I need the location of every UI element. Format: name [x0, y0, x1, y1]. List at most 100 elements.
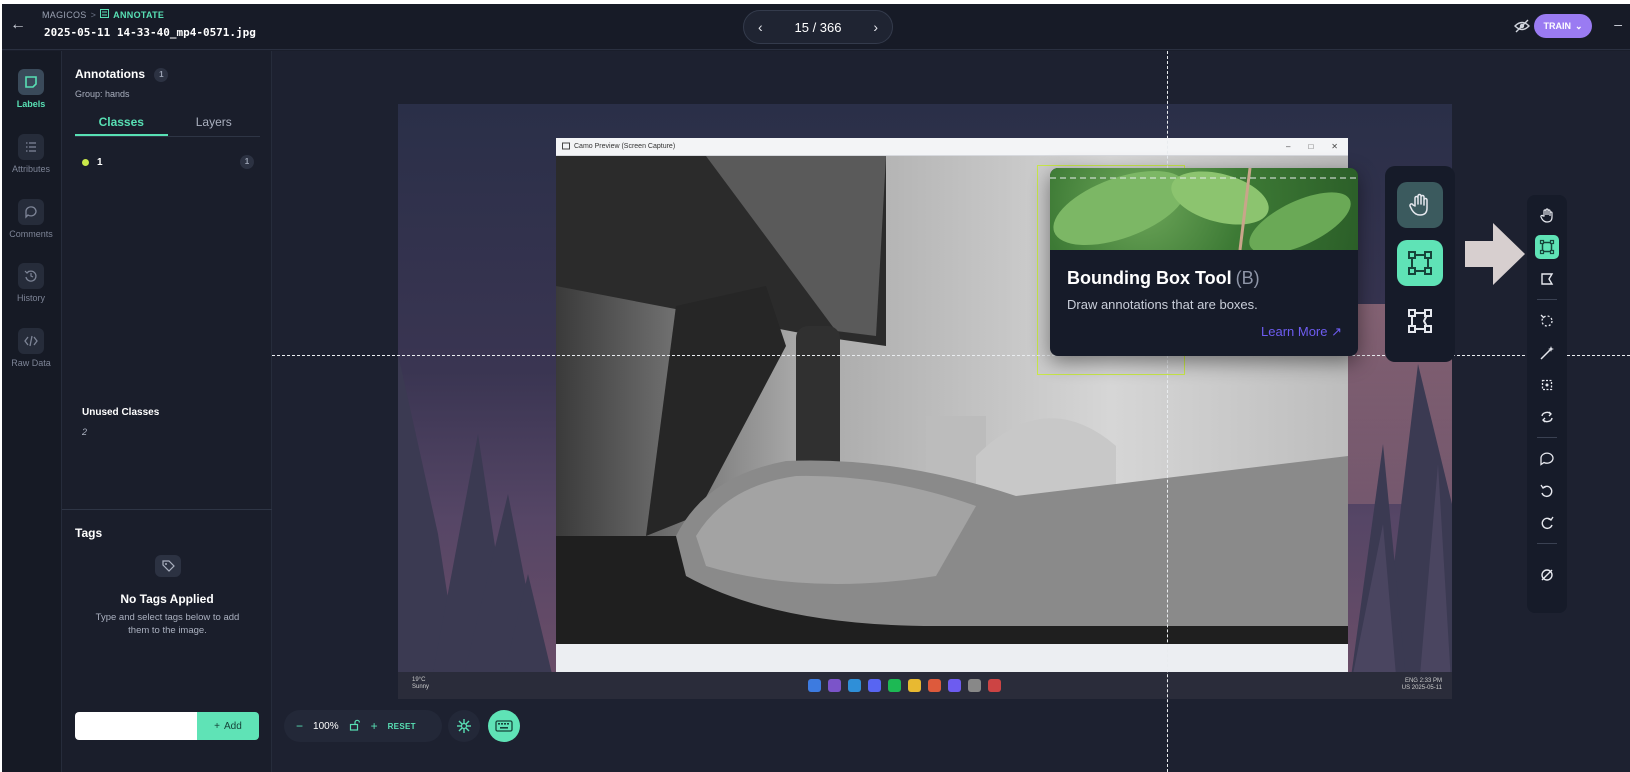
- smart-select-tool[interactable]: [1535, 309, 1559, 333]
- train-label: TRAIN: [1543, 21, 1571, 31]
- chevron-down-icon: ⌄: [1574, 20, 1583, 31]
- add-tag-button[interactable]: + Add: [197, 712, 259, 740]
- tags-section: Tags No Tags Applied Type and select tag…: [62, 509, 272, 772]
- group-label: Group:: [75, 89, 103, 99]
- back-arrow-icon[interactable]: ←: [10, 16, 28, 34]
- zoom-in-button[interactable]: +: [371, 719, 378, 733]
- pan-tool[interactable]: [1535, 203, 1559, 227]
- annotation-canvas[interactable]: Camo Preview (Screen Capture) – □ ✕ 19°C…: [272, 51, 1630, 772]
- unlock-icon[interactable]: [349, 719, 361, 734]
- comment-tool[interactable]: [1535, 447, 1559, 471]
- rail-item-raw-data[interactable]: Raw Data: [2, 328, 60, 368]
- polygon-tool[interactable]: [1535, 267, 1559, 291]
- bounding-box-icon: [1539, 239, 1555, 255]
- crosshair-vertical: [1167, 51, 1168, 772]
- learn-more-link[interactable]: Learn More ↗: [1261, 324, 1342, 340]
- app-icon: [988, 679, 1001, 692]
- magic-wand-icon: [1540, 346, 1554, 360]
- toolbar-divider: [1537, 543, 1557, 544]
- rail-item-attributes[interactable]: Attributes: [2, 134, 60, 174]
- annotate-app: ← MAGICOS > ANNOTATE 2025-05-11 14-33-40…: [2, 4, 1630, 772]
- breadcrumb-current: ANNOTATE: [113, 9, 165, 20]
- train-button[interactable]: TRAIN ⌄: [1534, 14, 1592, 38]
- app-icon: [848, 679, 861, 692]
- unused-class-item[interactable]: 2: [82, 427, 87, 437]
- right-toolbar: [1527, 195, 1567, 613]
- bounding-box-tool-button[interactable]: [1397, 240, 1443, 286]
- tag-icon: [155, 555, 181, 577]
- tooltip-title: Bounding Box Tool (B): [1067, 268, 1260, 289]
- smart-select-icon: [1540, 314, 1553, 327]
- minimize-icon: –: [1286, 142, 1291, 151]
- tooltip-shortcut: (B): [1235, 268, 1260, 288]
- history-icon: [18, 263, 44, 289]
- rail-item-labels[interactable]: Labels: [2, 69, 60, 109]
- comment-icon: [18, 199, 44, 225]
- plus-icon: +: [214, 720, 221, 732]
- windows-taskbar: 19°C Sunny ENG 2:33 PM US 2025-05-11: [398, 672, 1452, 699]
- hide-annotations-icon[interactable]: [1514, 18, 1530, 34]
- bounding-box-icon: [1408, 251, 1432, 275]
- taskbar-app-icons: [808, 679, 1001, 692]
- breadcrumb-root[interactable]: MAGICOS: [42, 10, 87, 20]
- app-icon: [828, 679, 841, 692]
- repeat-icon: [1541, 411, 1553, 423]
- maximize-icon: □: [1308, 142, 1314, 151]
- app-icon: [868, 679, 881, 692]
- no-tags-description: Type and select tags below to add them t…: [95, 612, 240, 636]
- window-titlebar: Camo Preview (Screen Capture) – □ ✕: [556, 138, 1348, 156]
- left-rail: Labels Attributes Comments History Raw D…: [2, 51, 62, 772]
- window-title: Camo Preview (Screen Capture): [574, 143, 676, 150]
- repeat-tool[interactable]: [1535, 405, 1559, 429]
- toolbar-divider: [1537, 437, 1557, 438]
- rail-item-comments[interactable]: Comments: [2, 199, 60, 239]
- annotations-title-text: Annotations: [75, 67, 145, 81]
- tool-popover: [1385, 166, 1455, 362]
- no-tags-title: No Tags Applied: [120, 592, 214, 606]
- group-info: Group: hands: [75, 89, 130, 99]
- annotations-panel: Annotations 1 Group: hands Classes Layer…: [62, 51, 272, 772]
- keyboard-shortcuts-button[interactable]: [488, 710, 520, 742]
- tag-input[interactable]: [75, 712, 197, 740]
- box-prompt-tool[interactable]: [1535, 373, 1559, 397]
- tooltip-description: Draw annotations that are boxes.: [1067, 297, 1258, 312]
- undo-icon: [1540, 484, 1553, 498]
- image-pager: ‹ 15 / 366 ›: [743, 10, 893, 44]
- reset-zoom-button[interactable]: RESET: [388, 722, 416, 731]
- undo-button[interactable]: [1535, 479, 1559, 503]
- comment-icon: [1540, 452, 1554, 466]
- polygon-tool-button[interactable]: [1397, 298, 1443, 344]
- zoom-out-button[interactable]: −: [296, 719, 303, 733]
- tags-title: Tags: [75, 526, 103, 540]
- more-menu-icon[interactable]: –: [1614, 16, 1622, 32]
- weather-temp: 19°C: [412, 677, 426, 683]
- magic-wand-tool[interactable]: [1535, 341, 1559, 365]
- window-controls: – □ ✕: [1286, 142, 1348, 151]
- previous-image-button[interactable]: ‹: [758, 19, 763, 35]
- rail-label: Labels: [16, 99, 46, 109]
- sparkle-icon: [457, 719, 471, 733]
- redo-button[interactable]: [1535, 511, 1559, 535]
- weather-widget: 19°C Sunny: [412, 677, 429, 691]
- tooltip-leaf-image: [1050, 168, 1358, 250]
- annotations-title: Annotations 1: [75, 67, 169, 82]
- tab-layers[interactable]: Layers: [168, 109, 261, 136]
- rail-label: Attributes: [11, 164, 51, 174]
- auto-adjust-button[interactable]: [448, 710, 480, 742]
- pan-tool-button[interactable]: [1397, 182, 1443, 228]
- tray-region: US: [1401, 685, 1411, 691]
- code-icon: [18, 328, 44, 354]
- list-icon: [18, 134, 44, 160]
- camera-icon: [562, 142, 570, 152]
- class-color-dot: [82, 158, 89, 166]
- next-image-button[interactable]: ›: [873, 19, 878, 35]
- top-header: ← MAGICOS > ANNOTATE 2025-05-11 14-33-40…: [2, 4, 1630, 50]
- weather-desc: Sunny: [412, 684, 430, 690]
- tab-classes[interactable]: Classes: [75, 109, 168, 136]
- null-annotation-tool[interactable]: [1535, 563, 1559, 587]
- bounding-box-tool[interactable]: [1535, 235, 1559, 259]
- null-icon: [1541, 569, 1553, 581]
- rail-item-history[interactable]: History: [2, 263, 60, 303]
- class-row[interactable]: 1 1: [82, 155, 254, 169]
- polygon-icon: [1408, 309, 1432, 333]
